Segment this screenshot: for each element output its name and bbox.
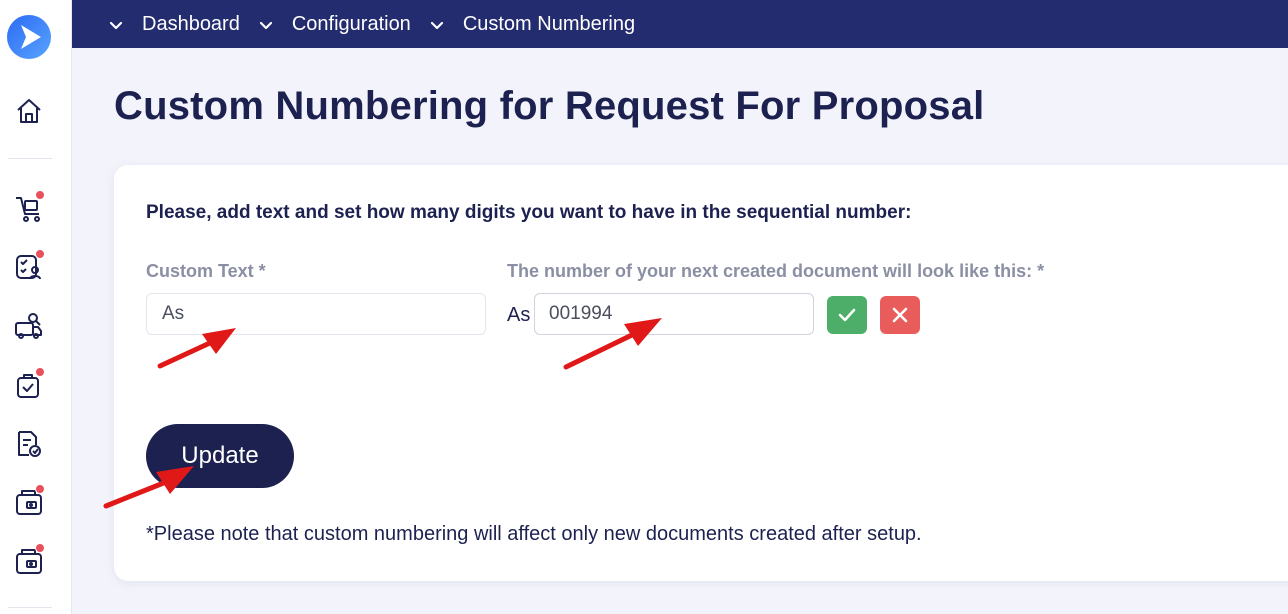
notification-badge [35,249,45,259]
requisition-icon[interactable] [13,249,45,283]
sidebar [0,0,72,614]
chevron-down-icon [429,16,445,32]
app-logo[interactable] [7,15,51,59]
supplier-search-icon[interactable] [13,310,45,342]
notification-badge [35,367,45,377]
document-check-icon[interactable] [13,428,45,460]
update-button[interactable]: Update [146,424,294,488]
close-icon [892,307,908,323]
sidebar-divider [8,607,52,608]
wallet-icon[interactable] [13,484,45,518]
home-icon[interactable] [13,95,45,127]
breadcrumb-item-dashboard[interactable]: Dashboard [108,13,240,36]
sidebar-divider [8,158,52,159]
chevron-down-icon [258,16,274,32]
breadcrumb-label: Dashboard [142,12,240,35]
form-instruction: Please, add text and set how many digits… [146,202,912,223]
approval-bag-icon[interactable] [13,367,45,401]
preview-label: The number of your next created document… [507,261,1045,281]
check-icon [838,308,856,322]
breadcrumb: Dashboard Configuration Custom Numbering [72,0,1288,48]
breadcrumb-label: Configuration [291,12,411,35]
notification-badge [35,543,45,553]
page-title: Custom Numbering for Request For Proposa… [114,84,985,128]
custom-text-label: Custom Text * [146,261,266,281]
preview-prefix: As [507,304,531,326]
breadcrumb-label: Custom Numbering [462,12,636,35]
custom-text-input[interactable] [146,293,486,335]
cart-icon[interactable] [13,190,45,224]
setup-note: *Please note that custom numbering will … [146,523,922,545]
sequence-number-input[interactable] [534,293,814,335]
notification-badge [35,484,45,494]
payment-icon[interactable] [13,543,45,577]
breadcrumb-item-custom-numbering[interactable]: Custom Numbering [429,13,635,36]
cancel-button[interactable] [880,296,920,334]
chevron-down-icon [108,16,124,32]
confirm-button[interactable] [827,296,867,334]
notification-badge [35,190,45,200]
custom-numbering-card: Please, add text and set how many digits… [114,165,1288,581]
breadcrumb-item-configuration[interactable]: Configuration [258,13,411,36]
